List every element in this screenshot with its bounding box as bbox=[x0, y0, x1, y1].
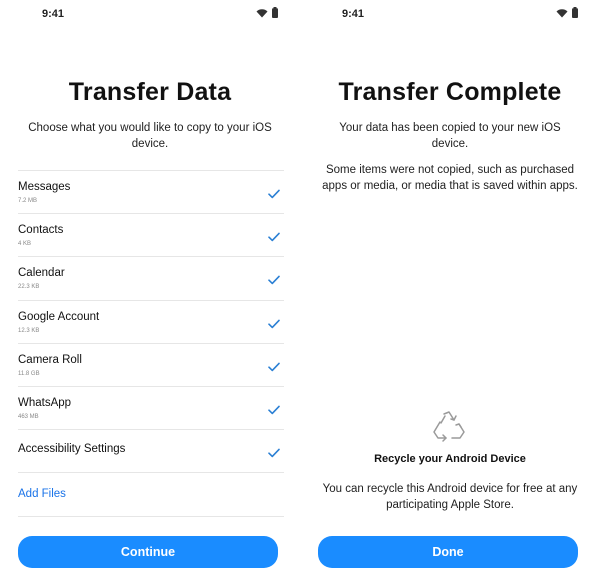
list-item-messages[interactable]: Messages 7.2 MB bbox=[18, 171, 284, 215]
item-size: 12.3 KB bbox=[18, 327, 40, 334]
item-name: Google Account bbox=[18, 310, 100, 323]
check-icon[interactable] bbox=[268, 445, 280, 463]
item-name: Accessibility Settings bbox=[18, 443, 126, 456]
status-bar: 9:41 bbox=[300, 6, 600, 22]
page-title: Transfer Data bbox=[68, 78, 232, 106]
list-item-calendar[interactable]: Calendar 22.3 KB bbox=[18, 257, 284, 301]
list-item-accessibility-settings[interactable]: Accessibility Settings bbox=[18, 430, 284, 474]
divider bbox=[18, 516, 284, 517]
check-icon[interactable] bbox=[268, 402, 280, 420]
item-size: 4 KB bbox=[18, 241, 32, 248]
transfer-complete-screen: 9:41 Transfer Complete Your data has bee… bbox=[300, 0, 600, 579]
item-name: Contacts bbox=[18, 224, 64, 237]
recycle-description: You can recycle this Android device for … bbox=[322, 483, 578, 511]
item-name: Calendar bbox=[18, 267, 65, 280]
page-subtitle: Your data has been copied to your new iO… bbox=[339, 122, 561, 150]
battery-icon bbox=[572, 7, 578, 18]
recycle-title: Recycle your Android Device bbox=[374, 453, 526, 465]
item-name: WhatsApp bbox=[18, 396, 72, 409]
status-time: 9:41 bbox=[42, 8, 65, 20]
not-copied-note: Some items were not copied, such as purc… bbox=[322, 164, 578, 192]
status-icons bbox=[256, 7, 278, 18]
check-icon[interactable] bbox=[268, 186, 280, 204]
item-name: Messages bbox=[18, 181, 71, 193]
battery-icon bbox=[272, 7, 278, 18]
page-title: Transfer Complete bbox=[338, 78, 562, 106]
page-subtitle: Choose what you would like to copy to yo… bbox=[28, 122, 272, 150]
transfer-item-list: Messages 7.2 MB Contacts 4 KB Calendar 2… bbox=[18, 170, 284, 474]
check-icon[interactable] bbox=[268, 316, 280, 334]
item-size: 7.2 MB bbox=[18, 198, 38, 204]
wifi-icon bbox=[256, 8, 268, 18]
list-item-camera-roll[interactable]: Camera Roll 11.8 GB bbox=[18, 344, 284, 387]
list-item-contacts[interactable]: Contacts 4 KB bbox=[18, 214, 284, 258]
check-icon[interactable] bbox=[268, 229, 280, 247]
list-item-whatsapp[interactable]: WhatsApp 463 MB bbox=[18, 387, 284, 431]
status-bar: 9:41 bbox=[0, 6, 300, 22]
transfer-data-screen: 9:41 Transfer Data Choose what you would… bbox=[0, 0, 300, 579]
continue-button[interactable]: Continue bbox=[18, 536, 278, 568]
add-files-link[interactable]: Add Files bbox=[18, 488, 66, 500]
recycle-icon bbox=[430, 410, 468, 451]
check-icon[interactable] bbox=[268, 272, 280, 290]
item-name: Camera Roll bbox=[18, 353, 82, 366]
status-time: 9:41 bbox=[342, 8, 365, 20]
done-button[interactable]: Done bbox=[318, 536, 578, 568]
wifi-icon bbox=[556, 8, 568, 18]
list-item-google-account[interactable]: Google Account 12.3 KB bbox=[18, 301, 284, 344]
check-icon[interactable] bbox=[268, 359, 280, 377]
item-size: 22.3 KB bbox=[18, 284, 40, 291]
item-size: 11.8 GB bbox=[18, 370, 40, 377]
status-icons bbox=[556, 7, 578, 18]
item-size: 463 MB bbox=[18, 413, 39, 420]
